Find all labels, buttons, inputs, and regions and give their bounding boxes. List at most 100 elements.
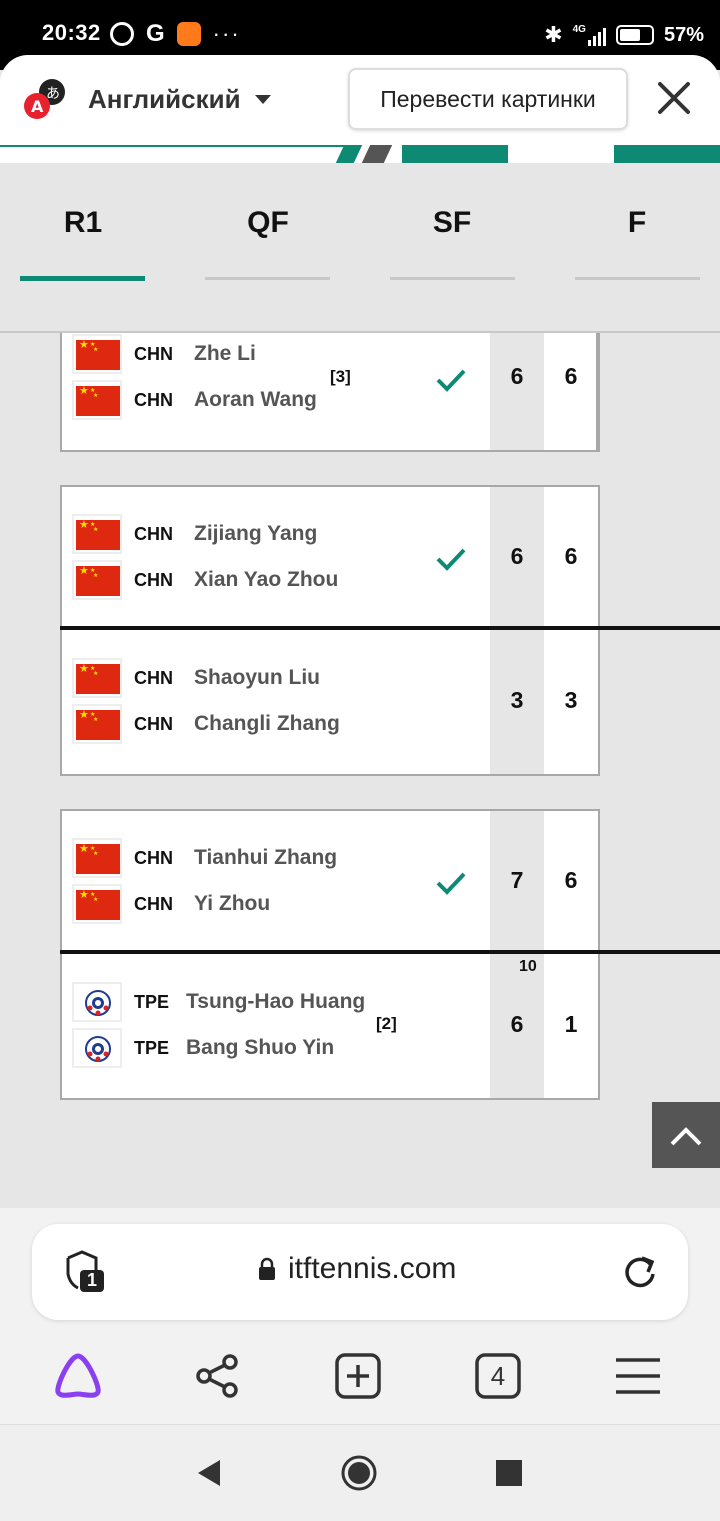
tab-qf[interactable]: QF xyxy=(178,163,358,283)
set2-score: 6 xyxy=(564,363,578,389)
back-to-top-button[interactable] xyxy=(652,1102,720,1168)
menu-icon[interactable] xyxy=(614,1356,662,1396)
match-card[interactable]: TPE Tsung-Hao Huang TPE Bang Shuo Yin [2… xyxy=(60,954,600,1100)
google-icon: G xyxy=(146,20,165,47)
chevron-up-icon xyxy=(670,1127,702,1146)
player-name[interactable]: Shaoyun Liu xyxy=(194,666,320,690)
translate-app-icon: あ A xyxy=(22,76,70,124)
winner-check-icon xyxy=(434,866,468,900)
header-strip xyxy=(0,145,720,163)
country-code: CHN xyxy=(134,389,173,410)
url-text: itftennis.com xyxy=(288,1252,457,1285)
new-tab-icon[interactable] xyxy=(334,1352,382,1400)
tab-qf-indicator xyxy=(205,277,330,280)
player-row: ★ ★ ★ CHN Shaoyun Liu xyxy=(72,657,320,699)
svg-text:A: A xyxy=(31,97,44,116)
bluetooth-icon: ✱ xyxy=(544,22,563,47)
url-display[interactable]: itftennis.com xyxy=(258,1252,456,1286)
player-row: TPE Bang Shuo Yin xyxy=(72,1027,334,1069)
chinese-taipei-flag-icon xyxy=(72,1028,122,1068)
tab-f[interactable]: F xyxy=(547,163,720,283)
network-label: 4G xyxy=(572,24,586,35)
country-code: TPE xyxy=(134,991,170,1012)
recents-nav-icon[interactable] xyxy=(496,1460,522,1486)
player-row: ★ ★ ★ CHN Zijiang Yang xyxy=(72,513,317,555)
player-row: ★ ★ ★ CHN Aoran Wang xyxy=(72,379,317,421)
player-row: ★ ★ ★ CHN Changli Zhang xyxy=(72,703,340,745)
seed-label: [3] xyxy=(330,367,351,386)
country-code: CHN xyxy=(134,847,173,868)
player-name[interactable]: Xian Yao Zhou xyxy=(194,568,338,592)
home-nav-icon[interactable] xyxy=(340,1454,378,1492)
set2-score: 6 xyxy=(564,867,578,893)
caret-down-icon xyxy=(254,95,271,104)
country-code: CHN xyxy=(134,893,173,914)
country-code: CHN xyxy=(134,667,173,688)
country-code: CHN xyxy=(134,523,173,544)
set2-score: 1 xyxy=(564,1011,578,1037)
set2-score: 6 xyxy=(564,543,578,569)
match-card[interactable]: ★ ★ ★ CHN Tianhui Zhang ★ ★ ★ CHN Yi Zhou 7 … xyxy=(60,809,600,953)
player-row: ★ ★ ★ CHN Yi Zhou xyxy=(72,883,270,925)
player-name[interactable]: Tsung-Hao Huang xyxy=(186,990,365,1014)
match-card[interactable]: ★ ★ ★ CHN Zijiang Yang ★ ★ ★ CHN Xian Yao Zh… xyxy=(60,485,600,629)
china-flag-icon: ★ ★ ★ xyxy=(72,334,122,374)
player-name[interactable]: Aoran Wang xyxy=(194,388,317,412)
bracket-connector xyxy=(596,333,599,452)
player-row: ★ ★ ★ CHN Xian Yao Zhou xyxy=(72,559,338,601)
china-flag-icon: ★ ★ ★ xyxy=(72,560,122,600)
protect-shield-icon[interactable]: 1 xyxy=(62,1250,106,1294)
share-icon[interactable] xyxy=(194,1352,242,1400)
battery-icon xyxy=(615,25,654,45)
tab-r1[interactable]: R1 xyxy=(0,163,173,283)
player-name[interactable]: Yi Zhou xyxy=(194,892,270,916)
chinese-taipei-flag-icon xyxy=(72,982,122,1022)
battery-percent: 57% xyxy=(663,23,704,46)
tabs-button[interactable]: 4 xyxy=(474,1352,522,1400)
match-card[interactable]: ★ ★ ★ CHN Zhe Li ★ ★ ★ CHN Aoran Wang [3] 6 … xyxy=(60,333,600,452)
match-card[interactable]: ★ ★ ★ CHN Shaoyun Liu ★ ★ ★ CHN Changli Zhan… xyxy=(60,630,600,776)
player-name[interactable]: Zijiang Yang xyxy=(194,522,317,546)
country-code: CHN xyxy=(134,343,173,364)
set2-score: 3 xyxy=(564,687,578,713)
app-orange-icon xyxy=(176,22,201,46)
player-row: TPE Tsung-Hao Huang xyxy=(72,981,365,1023)
tab-sf[interactable]: SF xyxy=(362,163,542,283)
set1-column xyxy=(490,333,544,450)
shield-count: 1 xyxy=(86,1270,97,1290)
translate-images-button[interactable]: Перевести картинки xyxy=(348,68,628,130)
china-flag-icon: ★ ★ ★ xyxy=(72,704,122,744)
status-time: 20:32 xyxy=(42,20,101,45)
player-row: ★ ★ ★ CHN Zhe Li xyxy=(72,333,256,375)
china-flag-icon: ★ ★ ★ xyxy=(72,884,122,924)
china-flag-icon: ★ ★ ★ xyxy=(72,380,122,420)
back-nav-icon[interactable] xyxy=(196,1458,224,1488)
player-name[interactable]: Tianhui Zhang xyxy=(194,846,337,870)
china-flag-icon: ★ ★ ★ xyxy=(72,658,122,698)
player-row: ★ ★ ★ CHN Tianhui Zhang xyxy=(72,837,337,879)
player-name[interactable]: Changli Zhang xyxy=(194,712,340,736)
country-code: TPE xyxy=(134,1037,170,1058)
player-name[interactable]: Bang Shuo Yin xyxy=(186,1036,334,1060)
winner-check-icon xyxy=(434,542,468,576)
lock-icon xyxy=(259,1257,275,1280)
tiebreak-score: 10 xyxy=(519,958,537,975)
set1-score: 6 xyxy=(510,1011,524,1037)
notification-icons: G ··· xyxy=(110,20,241,48)
language-label: Английский xyxy=(88,84,241,114)
player-name[interactable]: Zhe Li xyxy=(194,342,256,366)
tab-r1-indicator xyxy=(20,276,145,281)
language-selector[interactable]: Английский xyxy=(88,84,271,115)
close-icon[interactable] xyxy=(652,76,696,120)
alice-assistant-icon[interactable] xyxy=(52,1352,104,1400)
set1-score: 7 xyxy=(510,867,524,893)
reload-icon[interactable] xyxy=(620,1252,660,1292)
tab-sf-indicator xyxy=(390,277,515,280)
seed-label: [2] xyxy=(376,1014,397,1033)
set1-score: 6 xyxy=(510,363,524,389)
shield-app-icon xyxy=(110,22,134,46)
country-code: CHN xyxy=(134,569,173,590)
china-flag-icon: ★ ★ ★ xyxy=(72,838,122,878)
winner-check-icon xyxy=(434,363,468,397)
country-code: CHN xyxy=(134,713,173,734)
